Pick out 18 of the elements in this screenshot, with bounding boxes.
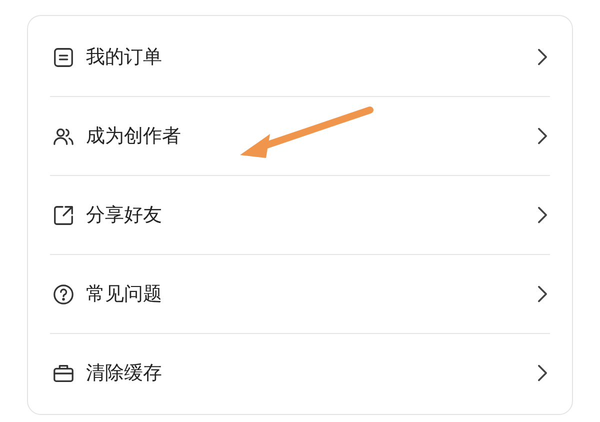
menu-item[interactable]: 清除缓存 [50,334,550,412]
menu-item[interactable]: 成为创作者 [50,97,550,175]
menu-label: 分享好友 [86,203,163,228]
chevron-right-icon [537,48,548,66]
menu-label: 常见问题 [86,282,163,307]
share-icon [52,204,75,226]
menu-label: 成为创作者 [86,124,182,149]
chevron-right-icon [537,285,548,303]
menu-label: 清除缓存 [86,361,163,386]
help-icon [52,282,75,306]
menu-label: 我的订单 [86,45,163,70]
chevron-right-icon [537,127,548,145]
document-icon [52,46,75,68]
menu-item[interactable]: 常见问题 [50,255,550,333]
menu-item[interactable]: 我的订单 [50,18,550,96]
menu-item[interactable]: 分享好友 [50,176,550,254]
chevron-right-icon [537,206,548,224]
chevron-right-icon [537,364,548,382]
